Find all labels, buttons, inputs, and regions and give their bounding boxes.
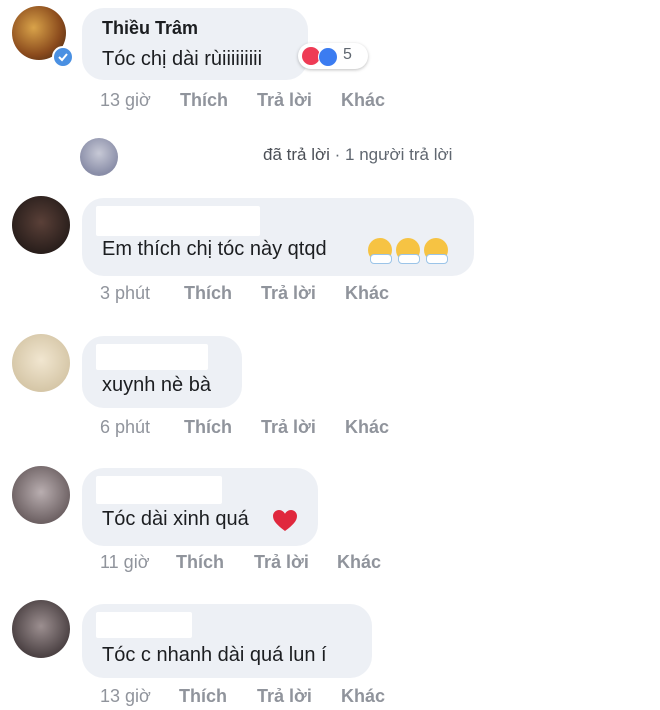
comment-bubble: Em thích chị tóc này qtqd xyxy=(82,198,474,276)
avatar[interactable] xyxy=(12,600,70,658)
like-button[interactable]: Thích xyxy=(179,686,227,707)
verified-badge-icon xyxy=(52,46,74,68)
like-reaction-icon xyxy=(318,47,338,67)
comment-text: xuynh nè bà xyxy=(102,374,211,396)
comment-time[interactable]: 3 phút xyxy=(100,283,150,304)
reply-button[interactable]: Trả lời xyxy=(254,552,309,573)
reply-summary[interactable]: đã trả lời · 1 người trả lời xyxy=(263,145,452,165)
like-button[interactable]: Thích xyxy=(176,552,224,573)
comment-bubble: Tóc c nhanh dài quá lun í xyxy=(82,604,372,678)
avatar[interactable] xyxy=(12,334,70,392)
comment-bubble: Thiều Trâm Tóc chị dài rùiiiiiiiii xyxy=(82,8,308,80)
more-button[interactable]: Khác xyxy=(345,283,389,304)
avatar[interactable] xyxy=(12,196,70,254)
comment-time[interactable]: 13 giờ xyxy=(100,686,151,707)
reply-button[interactable]: Trả lời xyxy=(261,283,316,304)
reply-avatar[interactable] xyxy=(80,138,118,176)
blush-emoji-icon xyxy=(368,238,392,264)
reaction-count: 5 xyxy=(343,46,352,63)
comment-text: Tóc c nhanh dài quá lun í xyxy=(102,644,327,666)
more-button[interactable]: Khác xyxy=(337,552,381,573)
like-button[interactable]: Thích xyxy=(180,90,228,111)
reply-button[interactable]: Trả lời xyxy=(257,90,312,111)
reply-summary-count: 1 người trả lời xyxy=(345,145,453,164)
blush-emoji-icon xyxy=(396,238,420,264)
comment-bubble: xuynh nè bà xyxy=(82,336,242,408)
reply-summary-replied: đã trả lời xyxy=(263,145,330,164)
avatar[interactable] xyxy=(12,466,70,524)
comment-text: Em thích chị tóc này qtqd xyxy=(102,238,327,260)
comment-author[interactable]: Thiều Trâm xyxy=(102,18,198,39)
reply-button[interactable]: Trả lời xyxy=(261,417,316,438)
redacted-author xyxy=(96,476,222,504)
like-button[interactable]: Thích xyxy=(184,283,232,304)
reply-button[interactable]: Trả lời xyxy=(257,686,312,707)
more-button[interactable]: Khác xyxy=(341,90,385,111)
comment-text: Tóc chị dài rùiiiiiiiii xyxy=(102,48,263,70)
redacted-author xyxy=(96,206,260,236)
comment-time[interactable]: 11 giờ xyxy=(100,552,150,573)
red-heart-emoji-icon xyxy=(273,510,297,531)
like-button[interactable]: Thích xyxy=(184,417,232,438)
reply-summary-separator: · xyxy=(334,145,341,164)
redacted-author xyxy=(96,612,192,638)
comment-text: Tóc dài xinh quá xyxy=(102,508,249,530)
redacted-author xyxy=(96,344,208,370)
comment-time[interactable]: 13 giờ xyxy=(100,90,151,111)
comment-time[interactable]: 6 phút xyxy=(100,417,150,438)
reaction-summary[interactable]: 5 xyxy=(298,43,368,69)
blush-emoji-icon xyxy=(424,238,448,264)
more-button[interactable]: Khác xyxy=(341,686,385,707)
more-button[interactable]: Khác xyxy=(345,417,389,438)
comment-bubble: Tóc dài xinh quá xyxy=(82,468,318,546)
